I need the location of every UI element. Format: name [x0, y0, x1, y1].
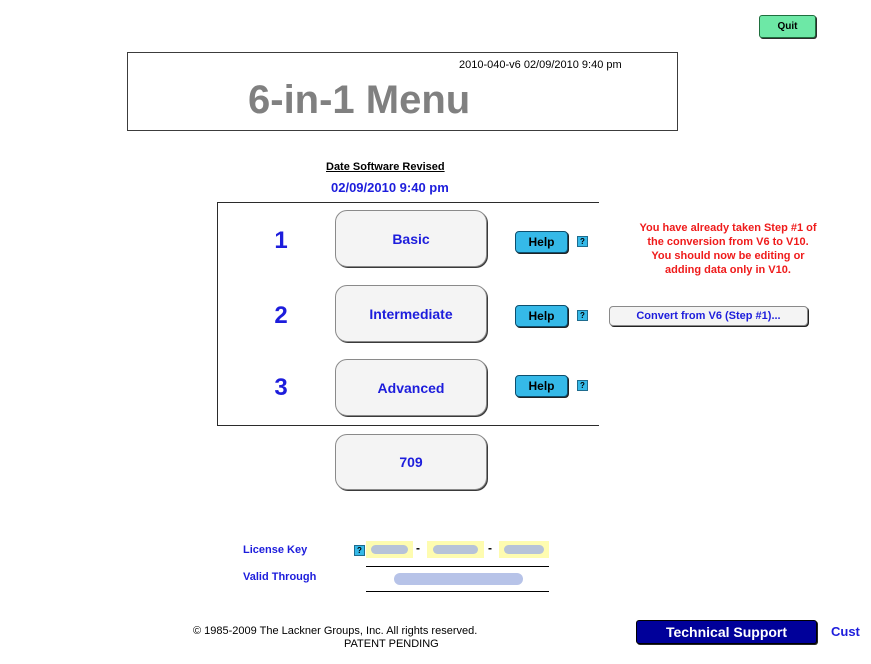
page-title: 6-in-1 Menu [248, 78, 471, 122]
license-key-label: License Key [243, 544, 308, 556]
quit-button[interactable]: Quit [759, 15, 816, 38]
divider [366, 566, 549, 567]
conversion-warning: You have already taken Step #1 of the co… [599, 221, 857, 277]
redacted-value [370, 545, 409, 554]
revision-date: 02/09/2010 9:40 pm [331, 180, 449, 195]
help-button-advanced[interactable]: Help [515, 375, 568, 397]
license-dash: - [488, 541, 492, 555]
menu-number-1: 1 [274, 227, 288, 254]
warning-line: the conversion from V6 to V10. [647, 236, 809, 248]
question-icon[interactable]: ? [577, 310, 588, 321]
revision-label: Date Software Revised [326, 161, 445, 173]
redacted-value [432, 545, 479, 554]
intermediate-button[interactable]: Intermediate [335, 285, 487, 342]
warning-line: You have already taken Step #1 of [639, 222, 817, 234]
advanced-button[interactable]: Advanced [335, 359, 487, 416]
help-button-intermediate[interactable]: Help [515, 305, 568, 327]
convert-from-v6-button[interactable]: Convert from V6 (Step #1)... [609, 306, 808, 326]
main-menu-window: Quit 2010-040-v6 02/09/2010 9:40 pm 6-in… [0, 0, 871, 664]
valid-through-value [394, 573, 523, 585]
help-button-basic[interactable]: Help [515, 231, 568, 253]
question-icon[interactable]: ? [354, 545, 365, 556]
warning-line: adding data only in V10. [665, 264, 791, 276]
technical-support-button[interactable]: Technical Support [636, 620, 817, 644]
divider [366, 591, 549, 592]
license-key-field-2[interactable] [427, 541, 484, 558]
patent-text: PATENT PENDING [344, 638, 439, 650]
menu-number-3: 3 [274, 374, 288, 401]
button-709[interactable]: 709 [335, 434, 487, 490]
customer-link[interactable]: Cust [831, 624, 860, 639]
question-icon[interactable]: ? [577, 236, 588, 247]
redacted-value [504, 545, 544, 554]
license-key-field-1[interactable] [366, 541, 413, 558]
warning-line: You should now be editing or [651, 250, 805, 262]
basic-button[interactable]: Basic [335, 210, 487, 267]
question-icon[interactable]: ? [577, 380, 588, 391]
build-stamp: 2010-040-v6 02/09/2010 9:40 pm [459, 59, 622, 71]
valid-through-label: Valid Through [243, 571, 317, 583]
license-key-field-3[interactable] [499, 541, 549, 558]
menu-number-2: 2 [274, 302, 288, 329]
copyright-text: © 1985-2009 The Lackner Groups, Inc. All… [193, 625, 478, 637]
license-dash: - [416, 541, 420, 555]
